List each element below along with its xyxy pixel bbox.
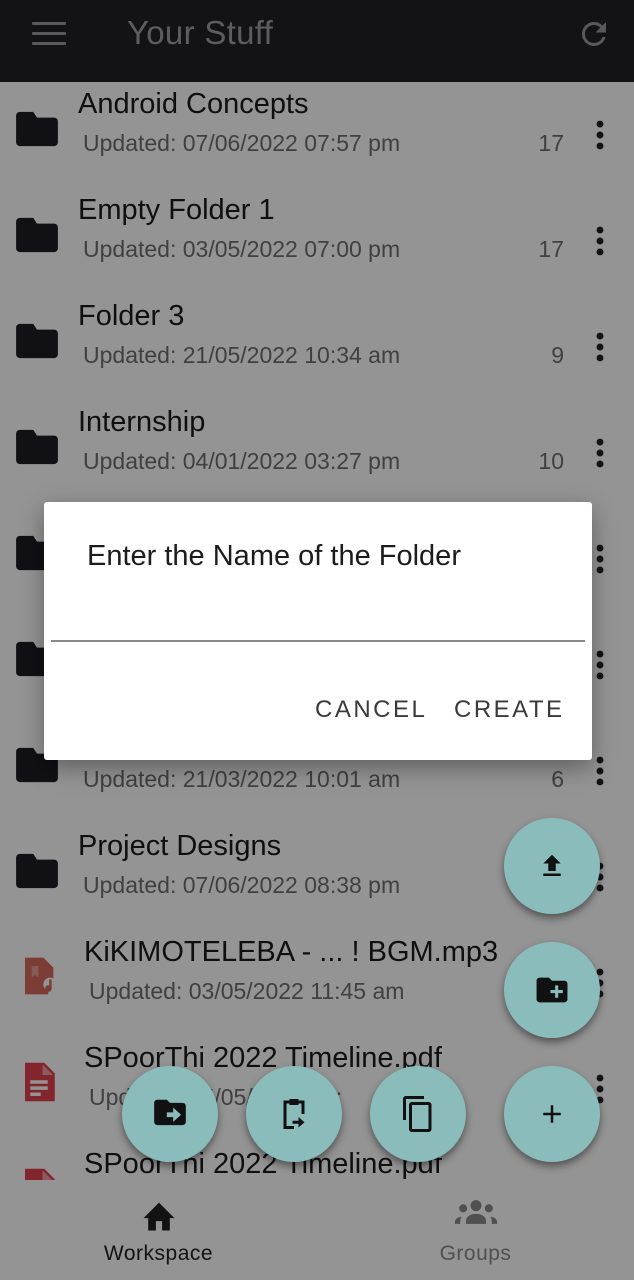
create-new-folder-icon bbox=[536, 977, 568, 1003]
copy-fab[interactable] bbox=[370, 1066, 466, 1162]
content-paste-go-icon bbox=[283, 1099, 305, 1129]
upload-fab[interactable] bbox=[504, 818, 600, 914]
upload-icon bbox=[543, 854, 561, 876]
folder-name-input[interactable] bbox=[51, 592, 585, 642]
cancel-button[interactable]: CANCEL bbox=[315, 696, 427, 724]
dialog-title: Enter the Name of the Folder bbox=[87, 540, 461, 572]
drive-file-move-icon bbox=[154, 1099, 186, 1126]
add-icon bbox=[543, 1105, 561, 1123]
content-copy-icon bbox=[403, 1096, 432, 1132]
add-fab[interactable] bbox=[504, 1066, 600, 1162]
move-fab[interactable] bbox=[122, 1066, 218, 1162]
create-folder-fab[interactable] bbox=[504, 942, 600, 1038]
create-button[interactable]: CREATE bbox=[454, 696, 565, 724]
paste-fab[interactable] bbox=[246, 1066, 342, 1162]
create-folder-dialog: Enter the Name of the Folder CANCEL CREA… bbox=[44, 502, 592, 760]
